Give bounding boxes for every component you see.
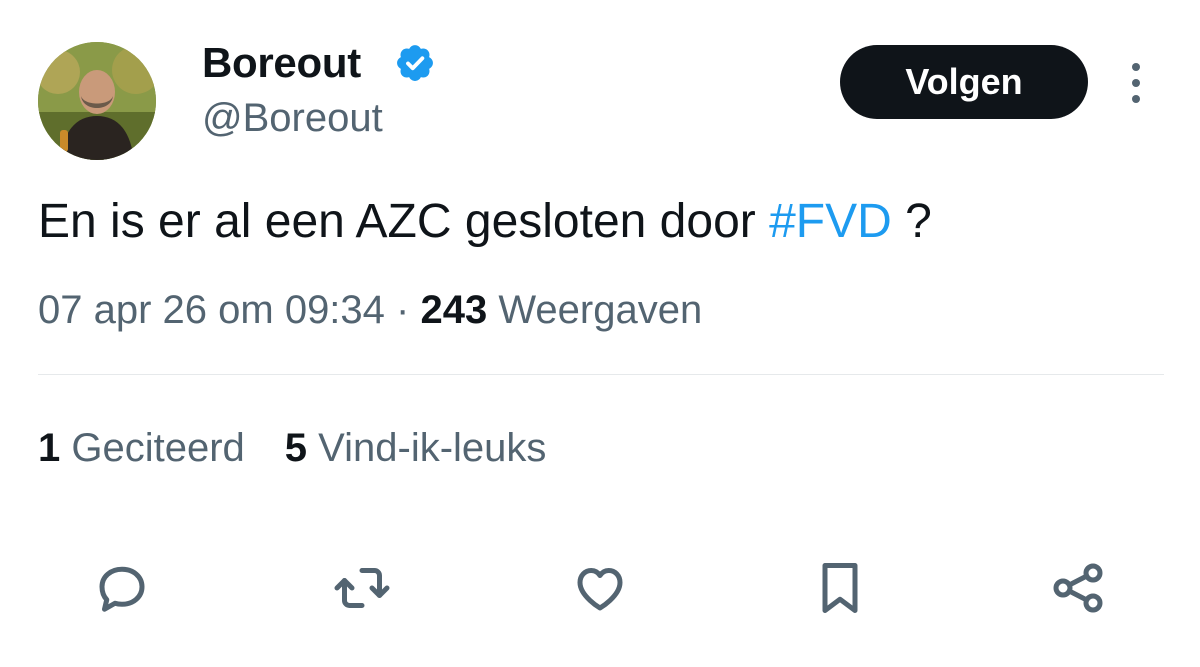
- share-icon: [1053, 563, 1103, 613]
- reply-button[interactable]: [90, 556, 154, 620]
- tweet-meta: 07 apr 26 om 09:34 · 243 Weergaven: [38, 284, 702, 336]
- tweet-stats: 1 Geciteerd 5 Vind-ik-leuks: [38, 422, 546, 474]
- views-label: Weergaven: [498, 288, 703, 332]
- likes-label: Vind-ik-leuks: [318, 426, 547, 470]
- meta-separator: ·: [396, 288, 410, 332]
- retweet-button[interactable]: [330, 556, 394, 620]
- tweet-text-part: En is er al een AZC gesloten door: [38, 195, 770, 248]
- likes-count: 5: [284, 426, 308, 470]
- tweet-text-part: ?: [891, 195, 932, 248]
- quotes-count: 1: [38, 426, 61, 470]
- like-icon: [577, 568, 623, 611]
- retweet-icon: [334, 568, 390, 608]
- avatar[interactable]: [38, 42, 156, 160]
- share-button[interactable]: [1046, 556, 1110, 620]
- display-name[interactable]: Boreout: [202, 38, 361, 88]
- bookmark-button[interactable]: [808, 556, 872, 620]
- reply-icon: [99, 566, 145, 612]
- follow-button[interactable]: Volgen: [840, 45, 1088, 119]
- avatar-image: [38, 42, 156, 160]
- quotes-stat[interactable]: 1 Geciteerd: [38, 422, 245, 474]
- views-count: 243: [420, 288, 488, 332]
- more-vertical-icon[interactable]: [1124, 62, 1148, 104]
- quotes-label: Geciteerd: [71, 426, 245, 470]
- verified-badge-icon: [397, 45, 433, 81]
- user-handle[interactable]: @Boreout: [202, 94, 383, 142]
- like-button[interactable]: [568, 556, 632, 620]
- tweet-text: En is er al een AZC gesloten door #FVD ?: [38, 192, 932, 252]
- hashtag-link[interactable]: #FVD: [769, 195, 892, 248]
- bookmark-icon: [822, 563, 858, 613]
- timestamp[interactable]: 07 apr 26 om 09:34: [38, 288, 385, 332]
- likes-stat[interactable]: 5 Vind-ik-leuks: [285, 422, 547, 474]
- divider: [38, 374, 1164, 375]
